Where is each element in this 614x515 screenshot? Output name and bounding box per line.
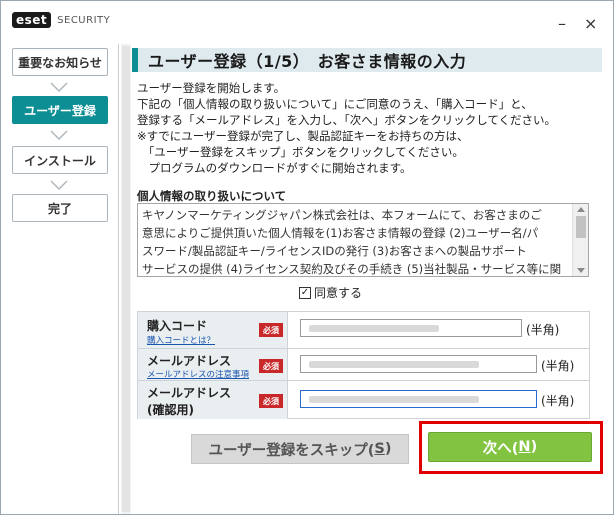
privacy-line: キヤノンマーケティングジャパン株式会社は、本フォームにて、お客さまのご (142, 208, 542, 222)
step-important-notice: 重要なお知らせ (12, 48, 108, 76)
intro-line: 下記の「個人情報の取り扱いについて」にご同意のうえ、「購入コード」と、 (137, 97, 533, 111)
required-badge: 必須 (259, 359, 283, 373)
email-notes-link[interactable]: メールアドレスの注意事項 (147, 368, 249, 380)
purchase-code-help-link[interactable]: 購入コードとは？ (147, 334, 215, 346)
page-title: ユーザー登録（1/5） お客さま情報の入力 (132, 48, 602, 72)
content-scrollbar-thumb[interactable] (122, 46, 130, 512)
scroll-down-icon[interactable] (577, 268, 585, 273)
email-unit: (半角) (541, 359, 575, 373)
registration-form: 購入コード 購入コードとは？ 必須 (半角) メールアドレス メールアドレスの注… (137, 311, 590, 419)
chevron-down-icon (50, 130, 68, 140)
intro-line: 登録する「メールアドレス」を入力し、「次へ」ボタンをクリックしてください。 (137, 113, 557, 127)
purchase-code-label: 購入コード (147, 319, 208, 333)
step-complete: 完了 (12, 194, 108, 222)
skip-button-label: ユーザー登録をスキップ( (208, 442, 375, 459)
email-confirm-label: メールアドレス (147, 386, 232, 400)
email-confirm-unit: (半角) (541, 394, 575, 408)
email-input[interactable] (300, 355, 537, 373)
privacy-scrollbar[interactable] (572, 204, 588, 276)
minimize-button[interactable]: – (558, 16, 566, 32)
next-button-highlight (419, 421, 603, 474)
intro-line: プログラムのダウンロードがすぐに開始されます。 (137, 161, 412, 175)
redacted-value (309, 396, 479, 403)
privacy-scrollbar-thumb[interactable] (576, 216, 586, 238)
privacy-policy-text: キヤノンマーケティングジャパン株式会社は、本フォームにて、お客さまのご 意思によ… (142, 206, 570, 276)
privacy-line: サービスの提供 (4)ライセンス契約及びその手続き (5)当社製品・サービス等に… (142, 262, 562, 276)
purchase-code-row: 購入コード 購入コードとは？ 必須 (半角) (138, 312, 589, 348)
agree-checkbox-row[interactable]: ✓ 同意する (299, 284, 362, 301)
privacy-policy-box[interactable]: キヤノンマーケティングジャパン株式会社は、本フォームにて、お客さまのご 意思によ… (137, 203, 589, 277)
purchase-code-unit: (半角) (526, 323, 560, 337)
purchase-code-label-cell: 購入コード 購入コードとは？ 必須 (138, 312, 288, 348)
eset-logo-mark: eset (12, 12, 52, 28)
required-badge: 必須 (259, 323, 283, 337)
email-confirm-row: メールアドレス (確認用) 必須 (半角) (138, 380, 589, 419)
redacted-value (309, 361, 479, 368)
email-label-cell: メールアドレス メールアドレスの注意事項 必須 (138, 349, 288, 381)
close-button[interactable]: × (584, 16, 597, 32)
skip-button-label-end: ) (384, 441, 392, 457)
chevron-down-icon (50, 180, 68, 190)
purchase-code-input[interactable] (300, 319, 522, 337)
sidebar-divider (118, 44, 119, 514)
chevron-down-icon (50, 82, 68, 92)
email-row: メールアドレス メールアドレスの注意事項 必須 (半角) (138, 348, 589, 381)
step-user-registration: ユーザー登録 (12, 96, 108, 124)
eset-logo-subtitle: SECURITY (57, 14, 111, 26)
agree-checkbox[interactable]: ✓ (299, 286, 311, 299)
agree-label[interactable]: 同意する (314, 284, 362, 301)
privacy-title: 個人情報の取り扱いについて (137, 189, 287, 203)
required-badge: 必須 (259, 394, 283, 408)
email-confirm-input[interactable] (300, 390, 537, 408)
step-install: インストール (12, 146, 108, 174)
email-label: メールアドレス (147, 354, 232, 368)
skip-registration-button[interactable]: ユーザー登録をスキップ(S) (191, 434, 409, 464)
intro-line: ※すでにユーザー登録が完了し、製品認証キーをお持ちの方は、 (137, 129, 469, 143)
privacy-line: スワード/製品認証キー/ライセンスIDの発行 (3)お客さまへの製品サポート (142, 244, 527, 258)
intro-line: ユーザー登録を開始します。 (137, 81, 286, 95)
eset-logo: eset SECURITY (12, 12, 110, 28)
skip-button-accesskey: S (374, 441, 385, 457)
scroll-up-icon[interactable] (577, 207, 585, 212)
intro-line: 「ユーザー登録をスキップ」ボタンをクリックしてください。 (137, 145, 464, 159)
intro-text: ユーザー登録を開始します。 下記の「個人情報の取り扱いについて」にご同意のうえ、… (137, 80, 597, 176)
email-confirm-sublabel: (確認用) (147, 403, 194, 417)
redacted-value (309, 325, 439, 332)
privacy-line: 意思によりご提供頂いた個人情報を(1)お客さま情報の登録 (2)ユーザー名/パ (142, 226, 539, 240)
email-confirm-label-cell: メールアドレス (確認用) 必須 (138, 381, 288, 419)
